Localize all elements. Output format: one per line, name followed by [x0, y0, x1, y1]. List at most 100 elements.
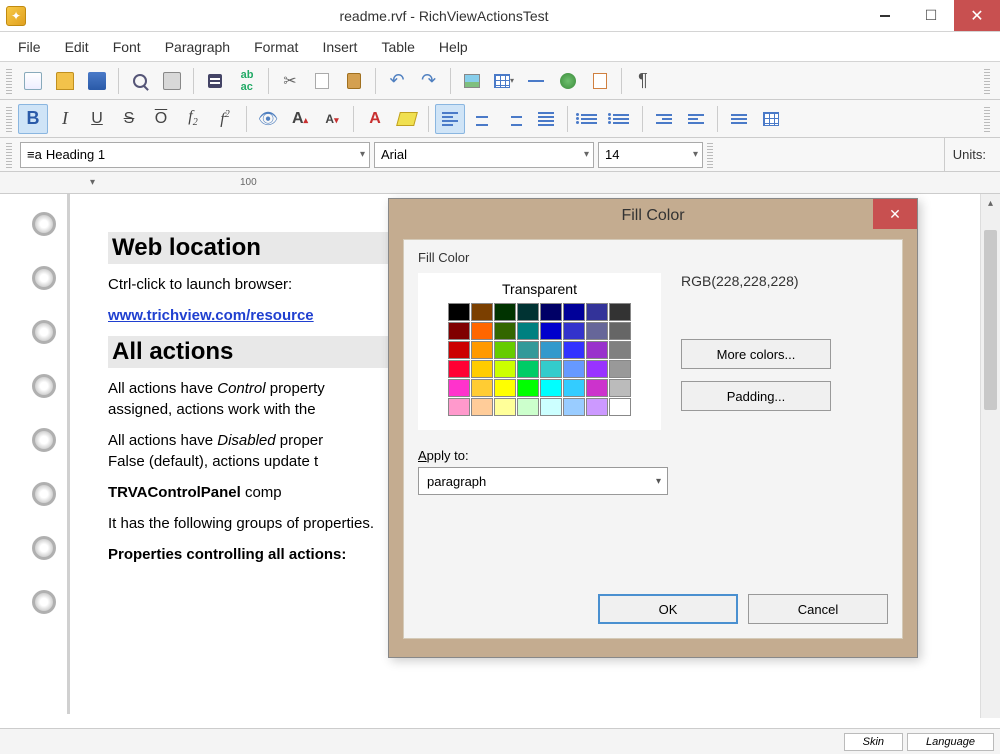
color-swatch[interactable]	[563, 360, 585, 378]
decrease-indent-button[interactable]	[649, 104, 679, 134]
color-swatch[interactable]	[563, 341, 585, 359]
toolbar-grip[interactable]	[6, 106, 12, 132]
redo-button[interactable]: ↶	[414, 66, 444, 96]
menu-font[interactable]: Font	[103, 35, 151, 59]
size-combo[interactable]: 14▾	[598, 142, 703, 168]
color-swatch[interactable]	[517, 322, 539, 340]
insert-image-button[interactable]	[457, 66, 487, 96]
color-swatch[interactable]	[448, 322, 470, 340]
align-center-button[interactable]	[467, 104, 497, 134]
color-swatch[interactable]	[448, 303, 470, 321]
minimize-button[interactable]	[862, 0, 908, 31]
superscript-button[interactable]: f2	[210, 104, 240, 134]
color-swatch[interactable]	[540, 303, 562, 321]
color-swatch[interactable]	[471, 398, 493, 416]
color-swatch[interactable]	[609, 341, 631, 359]
color-swatch[interactable]	[609, 398, 631, 416]
menu-paragraph[interactable]: Paragraph	[155, 35, 240, 59]
underline-button[interactable]: U	[82, 104, 112, 134]
cancel-button[interactable]: Cancel	[748, 594, 888, 624]
shrink-font-button[interactable]: A▾	[317, 104, 347, 134]
color-swatch[interactable]	[517, 360, 539, 378]
highlight-button[interactable]	[392, 104, 422, 134]
color-swatch[interactable]	[494, 303, 516, 321]
padding-button[interactable]: Padding...	[681, 381, 831, 411]
color-swatch[interactable]	[448, 360, 470, 378]
color-swatch[interactable]	[471, 360, 493, 378]
color-swatch[interactable]	[586, 341, 608, 359]
dialog-close-button[interactable]: ✕	[873, 199, 917, 229]
open-button[interactable]	[50, 66, 80, 96]
color-swatch[interactable]	[586, 360, 608, 378]
numbering-button[interactable]	[606, 104, 636, 134]
color-swatch[interactable]	[471, 322, 493, 340]
color-swatch[interactable]	[494, 379, 516, 397]
strikeout-button[interactable]: S	[114, 104, 144, 134]
font-color-button[interactable]: A	[360, 104, 390, 134]
toolbar-grip[interactable]	[6, 142, 12, 168]
undo-button[interactable]: ↶	[382, 66, 412, 96]
subscript-button[interactable]: f2	[178, 104, 208, 134]
font-combo[interactable]: Arial▾	[374, 142, 594, 168]
insert-symbol-button[interactable]	[585, 66, 615, 96]
dialog-titlebar[interactable]: Fill Color ✕	[389, 199, 917, 233]
align-left-button[interactable]	[435, 104, 465, 134]
color-swatch[interactable]	[517, 303, 539, 321]
color-swatch[interactable]	[471, 303, 493, 321]
color-swatch[interactable]	[448, 398, 470, 416]
color-swatch[interactable]	[586, 379, 608, 397]
color-swatch[interactable]	[448, 379, 470, 397]
replace-button[interactable]: abac	[232, 66, 262, 96]
vertical-scrollbar[interactable]: ▴	[980, 194, 1000, 718]
ok-button[interactable]: OK	[598, 594, 738, 624]
color-swatch[interactable]	[540, 360, 562, 378]
language-button[interactable]: Language	[907, 733, 994, 751]
new-button[interactable]	[18, 66, 48, 96]
color-swatch[interactable]	[517, 341, 539, 359]
borders-button[interactable]	[756, 104, 786, 134]
bullets-button[interactable]	[574, 104, 604, 134]
color-swatch[interactable]	[517, 379, 539, 397]
find-button[interactable]	[200, 66, 230, 96]
color-swatch[interactable]	[563, 303, 585, 321]
toolbar-grip[interactable]	[707, 142, 713, 168]
italic-button[interactable]: I	[50, 104, 80, 134]
color-swatch[interactable]	[563, 322, 585, 340]
transparent-button[interactable]: Transparent	[502, 281, 577, 297]
color-swatch[interactable]	[494, 341, 516, 359]
print-preview-button[interactable]	[125, 66, 155, 96]
menu-insert[interactable]: Insert	[312, 35, 367, 59]
color-swatch[interactable]	[563, 379, 585, 397]
more-colors-button[interactable]: More colors...	[681, 339, 831, 369]
color-swatch[interactable]	[494, 322, 516, 340]
color-swatch[interactable]	[494, 360, 516, 378]
color-swatch[interactable]	[609, 322, 631, 340]
save-button[interactable]	[82, 66, 112, 96]
toolbar-grip[interactable]	[6, 68, 12, 94]
color-swatch[interactable]	[448, 341, 470, 359]
show-paragraph-button[interactable]: ¶	[628, 66, 658, 96]
copy-button[interactable]	[307, 66, 337, 96]
insert-line-button[interactable]	[521, 66, 551, 96]
bold-button[interactable]: B	[18, 104, 48, 134]
line-spacing-button[interactable]	[724, 104, 754, 134]
apply-to-combo[interactable]: paragraph▾	[418, 467, 668, 495]
align-right-button[interactable]	[499, 104, 529, 134]
color-swatch[interactable]	[517, 398, 539, 416]
overline-button[interactable]: O	[146, 104, 176, 134]
grow-font-button[interactable]: A▴	[285, 104, 315, 134]
color-swatch[interactable]	[586, 398, 608, 416]
color-swatch[interactable]	[540, 341, 562, 359]
print-button[interactable]	[157, 66, 187, 96]
menu-table[interactable]: Table	[371, 35, 424, 59]
color-swatch[interactable]	[540, 379, 562, 397]
insert-hyperlink-button[interactable]	[553, 66, 583, 96]
link-trichview[interactable]: www.trichview.com/resource	[108, 307, 314, 324]
color-swatch[interactable]	[540, 398, 562, 416]
color-swatch[interactable]	[563, 398, 585, 416]
hidden-text-button[interactable]: 👁	[253, 104, 283, 134]
color-swatch[interactable]	[609, 360, 631, 378]
align-justify-button[interactable]	[531, 104, 561, 134]
color-swatch[interactable]	[609, 303, 631, 321]
close-button[interactable]: ✕	[954, 0, 1000, 31]
